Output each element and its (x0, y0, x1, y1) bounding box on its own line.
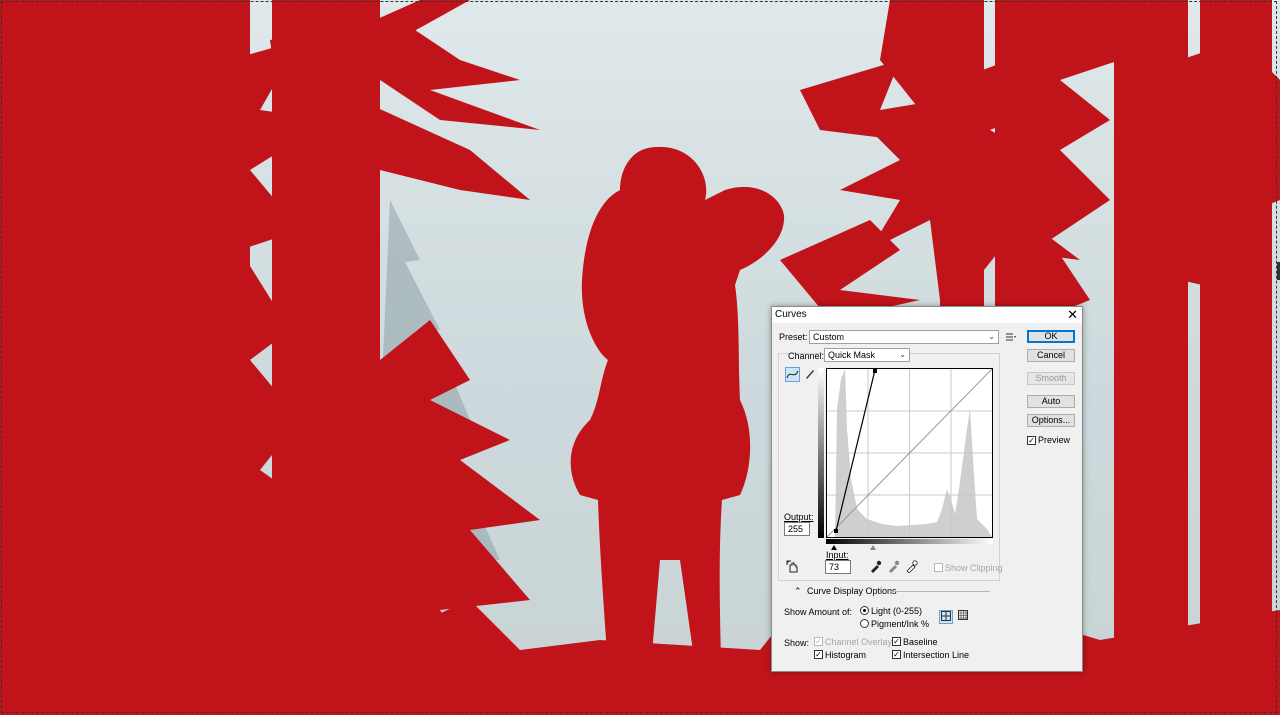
baseline-label: Baseline (903, 637, 938, 647)
channel-overlays-checkbox[interactable]: ✓ (814, 637, 823, 646)
channel-overlays-label: Channel Overlays (825, 637, 897, 647)
output-label: Output: (784, 512, 814, 522)
intersection-line-label: Intersection Line (903, 650, 970, 660)
curve-graph-svg (826, 368, 993, 538)
preset-menu-icon[interactable] (1005, 331, 1017, 343)
channel-value: Quick Mask (828, 350, 876, 360)
preset-value: Custom (813, 332, 845, 342)
curve-point-start (834, 529, 838, 533)
white-point-slider[interactable] (870, 545, 876, 550)
pigment-label: Pigment/Ink % (871, 619, 930, 629)
document-canvas[interactable] (0, 0, 1280, 715)
show-clipping-label: Show Clipping (945, 563, 1003, 573)
light-label: Light (0-255) (871, 606, 923, 616)
auto-button[interactable]: Auto (1027, 395, 1075, 408)
baseline-checkbox[interactable]: ✓ (892, 637, 901, 646)
histogram-checkbox[interactable]: ✓ (814, 650, 823, 659)
quick-mask-overlay (0, 0, 1280, 715)
smooth-button[interactable]: Smooth (1027, 372, 1075, 385)
white-eyedropper-icon[interactable] (904, 560, 919, 575)
target-adjust-hand-icon[interactable] (785, 560, 800, 575)
simple-grid-icon[interactable] (939, 610, 953, 624)
options-button[interactable]: Options... (1027, 414, 1075, 427)
input-label: Input: (826, 550, 849, 560)
preview-checkbox[interactable]: ✓ (1027, 436, 1036, 445)
channel-label: Channel: (788, 351, 825, 361)
black-eyedropper-icon[interactable] (868, 560, 883, 575)
dialog-title: Curves (775, 309, 807, 320)
curves-dialog: Curves ✕ Preset: Custom ⌄ OK Cancel Smoo… (771, 306, 1083, 672)
ok-button[interactable]: OK (1027, 330, 1075, 343)
curve-display-options-label[interactable]: Curve Display Options (807, 586, 897, 596)
show-label: Show: (784, 638, 810, 648)
chevron-down-icon: ⌄ (988, 332, 995, 341)
input-field[interactable]: 73 (825, 560, 851, 574)
chevron-down-icon: ⌄ (899, 350, 906, 359)
curve-points-tool-icon[interactable] (785, 367, 800, 382)
dialog-titlebar[interactable]: Curves ✕ (772, 307, 1082, 323)
light-radio[interactable] (860, 606, 869, 615)
preset-select[interactable]: Custom ⌄ (809, 330, 999, 344)
detailed-grid-icon[interactable] (956, 610, 970, 624)
output-gradient-bar (818, 368, 824, 538)
preview-label: Preview (1038, 435, 1071, 445)
channel-select[interactable]: Quick Mask ⌄ (824, 348, 910, 362)
curve-point-end (873, 369, 877, 373)
pigment-radio[interactable] (860, 619, 869, 628)
gray-eyedropper-icon[interactable] (886, 560, 901, 575)
section-divider (890, 591, 990, 592)
output-field[interactable]: 255 (784, 522, 810, 536)
cancel-button[interactable]: Cancel (1027, 349, 1075, 362)
pencil-tool-icon[interactable] (802, 367, 817, 382)
input-gradient-bar (826, 539, 993, 544)
show-amount-label: Show Amount of: (784, 607, 853, 617)
intersection-line-checkbox[interactable]: ✓ (892, 650, 901, 659)
collapse-chevron-icon[interactable]: ⌃ (794, 586, 802, 597)
show-clipping-checkbox[interactable] (934, 563, 943, 572)
close-icon[interactable]: ✕ (1067, 307, 1078, 322)
histogram-label: Histogram (825, 650, 867, 660)
preset-label: Preset: (779, 332, 808, 342)
curve-graph[interactable] (826, 368, 993, 538)
